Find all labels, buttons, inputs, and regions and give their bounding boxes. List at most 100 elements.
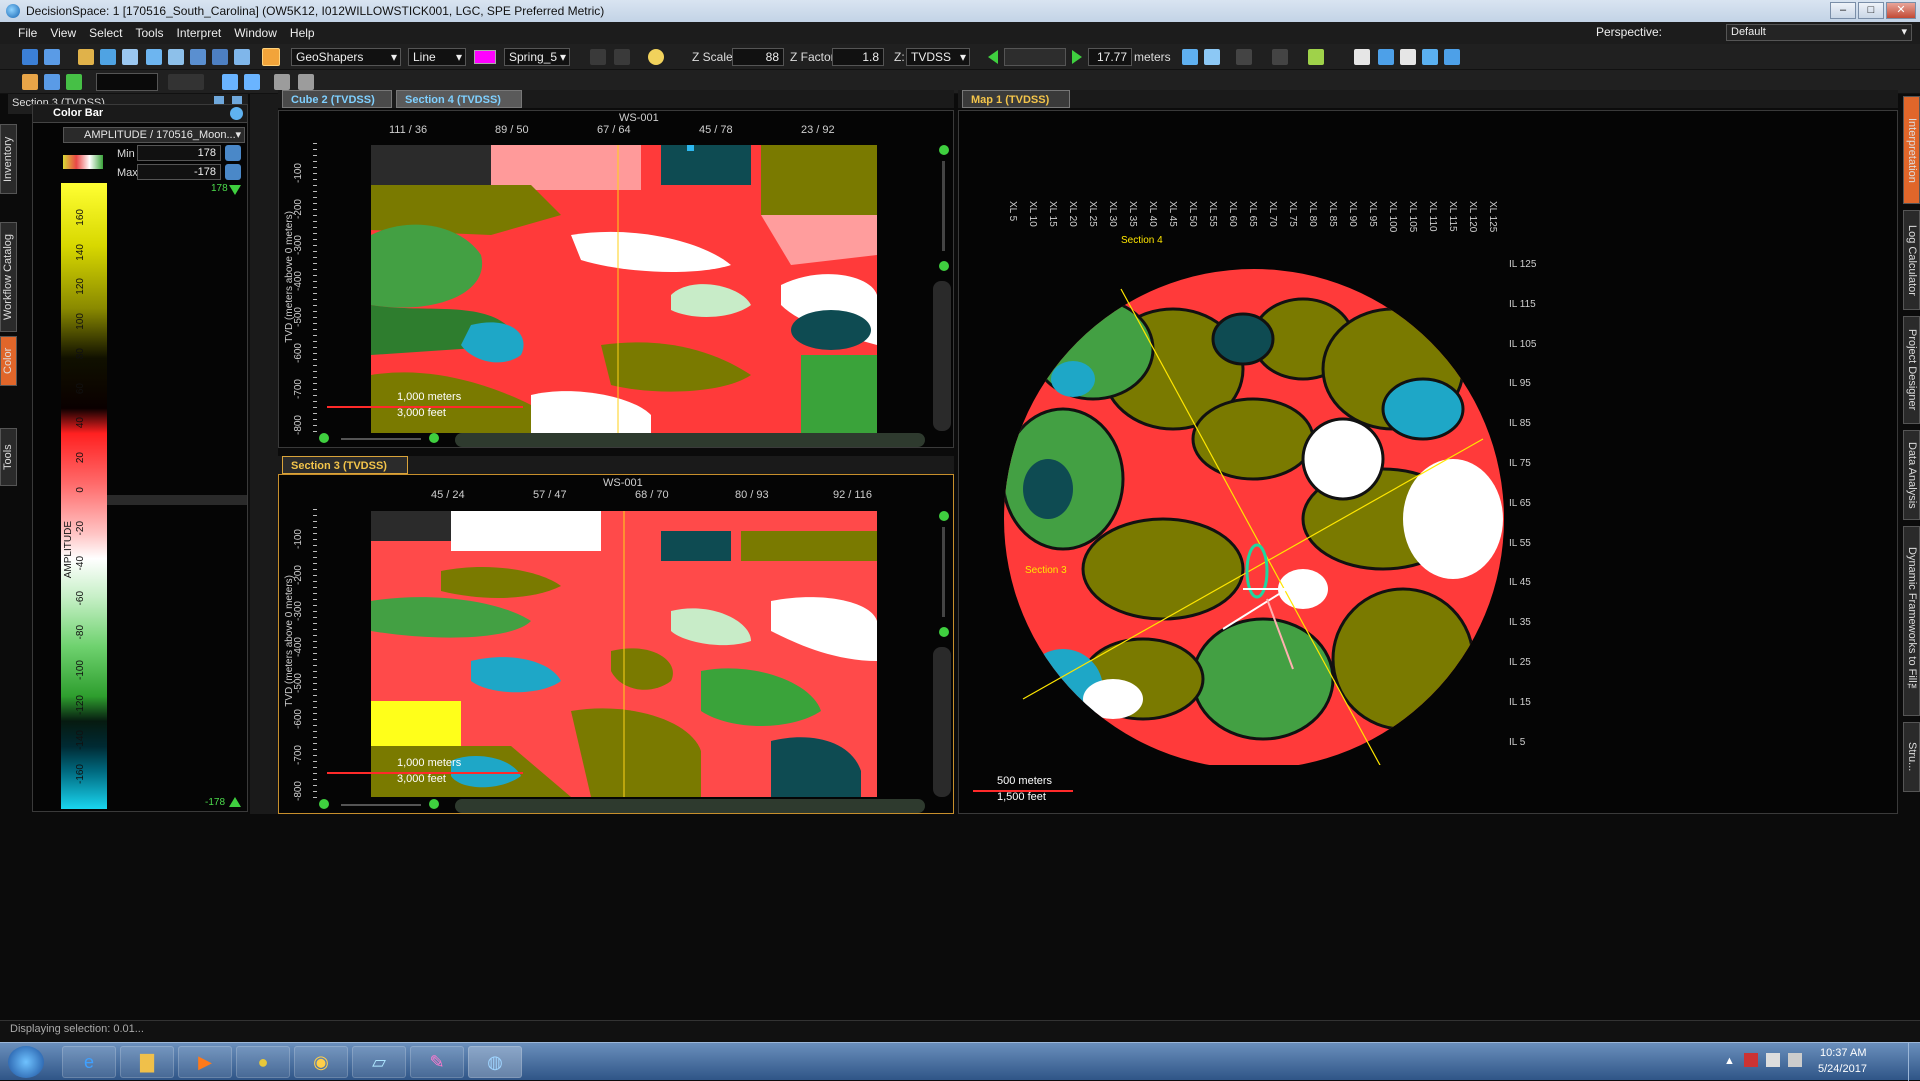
move-icon[interactable] <box>168 49 184 65</box>
fault-icon[interactable] <box>66 74 82 90</box>
menu-window[interactable]: Window <box>234 26 277 40</box>
horizontal-zoom-slider[interactable] <box>341 438 421 440</box>
vertical-scrollbar[interactable] <box>933 281 951 431</box>
notes-icon[interactable]: ▱ <box>352 1046 406 1078</box>
color-scheme-select[interactable]: Spring_5 ▾ <box>504 48 570 66</box>
attribute-select[interactable]: AMPLITUDE / 170516_Moon... ▾ <box>63 127 245 143</box>
horizontal-scrollbar[interactable] <box>455 433 925 447</box>
hzoom-out-icon[interactable] <box>319 799 329 809</box>
folder-icon[interactable]: ▇ <box>120 1046 174 1078</box>
line-mode-select[interactable]: Line ▾ <box>408 48 466 66</box>
min-input[interactable]: 178 <box>137 145 221 161</box>
tab-structure[interactable]: Stru... <box>1903 722 1920 792</box>
draw-icon[interactable] <box>262 48 280 66</box>
menu-tools[interactable]: Tools <box>136 26 164 40</box>
window-icon[interactable] <box>1354 49 1370 65</box>
tab-inventory[interactable]: Inventory <box>0 124 17 194</box>
snapshot-icon[interactable] <box>234 49 250 65</box>
show-desktop-button[interactable] <box>1908 1043 1920 1081</box>
geoshapers-select[interactable]: GeoShapers ▾ <box>291 48 401 66</box>
play-forward-icon[interactable] <box>1072 50 1082 64</box>
media-icon[interactable]: ▶ <box>178 1046 232 1078</box>
home-icon[interactable] <box>1182 49 1198 65</box>
tray-arrow-icon[interactable]: ▲ <box>1724 1055 1735 1067</box>
bookmark-icon[interactable] <box>1236 49 1252 65</box>
settings-icon[interactable] <box>230 107 243 120</box>
distance-input[interactable]: 17.77 <box>1088 48 1132 66</box>
section4-seismic[interactable] <box>371 145 877 433</box>
vertical-zoom-slider[interactable] <box>942 527 945 617</box>
tab-interpretation[interactable]: Interpretation <box>1903 96 1920 204</box>
colormap-preview[interactable] <box>63 155 103 169</box>
tab-section-3[interactable]: Section 3 (TVDSS) ✕ <box>282 456 408 490</box>
open-icon[interactable] <box>44 49 60 65</box>
zoom-out-icon[interactable] <box>939 261 949 271</box>
menu-view[interactable]: View <box>50 26 76 40</box>
crosshair-icon[interactable] <box>244 74 260 90</box>
tab-dynamic-frameworks[interactable]: Dynamic Frameworks to Fill™ <box>1903 526 1920 716</box>
minimize-button[interactable]: – <box>1830 2 1856 19</box>
tab-log-calculator[interactable]: Log Calculator <box>1903 210 1920 310</box>
frame-slider[interactable] <box>1004 48 1066 66</box>
save-icon[interactable] <box>100 49 116 65</box>
ie-icon[interactable]: e <box>62 1046 116 1078</box>
vertical-scrollbar[interactable] <box>933 647 951 797</box>
layers-icon[interactable] <box>78 49 94 65</box>
hzoom-in-icon[interactable] <box>429 799 439 809</box>
volume-icon[interactable] <box>1788 1053 1802 1067</box>
tab-map-1[interactable]: Map 1 (TVDSS) <box>962 90 1070 108</box>
network-icon[interactable] <box>1766 1053 1780 1067</box>
hzoom-out-icon[interactable] <box>319 433 329 443</box>
properties-icon[interactable] <box>274 74 290 90</box>
zoom-in-icon[interactable] <box>939 511 949 521</box>
top-marker-icon[interactable] <box>229 185 241 195</box>
tab-cube-2[interactable]: Cube 2 (TVDSS) <box>282 90 392 108</box>
print-icon[interactable] <box>212 49 228 65</box>
bottom-marker-icon[interactable] <box>229 797 241 807</box>
sun-icon[interactable] <box>648 49 664 65</box>
pointer-icon[interactable] <box>122 49 138 65</box>
chrome-icon[interactable]: ● <box>236 1046 290 1078</box>
maximize-button[interactable]: □ <box>1858 2 1884 19</box>
zoom-out-icon[interactable] <box>939 627 949 637</box>
play-back-icon[interactable] <box>988 50 998 64</box>
section3-view[interactable]: WS-001 45 / 24 57 / 47 68 / 70 80 / 93 9… <box>278 474 954 814</box>
pan-icon[interactable] <box>146 49 162 65</box>
app-icon[interactable]: ◉ <box>294 1046 348 1078</box>
select-icon[interactable] <box>190 49 206 65</box>
horizon-icon[interactable] <box>44 74 60 90</box>
opacity-slider[interactable] <box>168 74 204 90</box>
menu-help[interactable]: Help <box>290 26 315 40</box>
horizontal-scrollbar[interactable] <box>455 799 925 813</box>
perspective-select[interactable]: Default ▾ <box>1726 24 1912 41</box>
decisionspace-icon[interactable]: ◍ <box>468 1046 522 1078</box>
refresh-min-icon[interactable] <box>225 145 241 161</box>
sync-icon[interactable] <box>1444 49 1460 65</box>
menu-interpret[interactable]: Interpret <box>177 26 222 40</box>
map-view[interactable]: XL 5 XL 10 XL 15 XL 20 XL 25 XL 30 XL 35 XL 40 X… <box>958 110 1898 814</box>
menu-file[interactable]: File <box>18 26 37 40</box>
bookmark-next-icon[interactable] <box>1272 49 1288 65</box>
zoom-in-icon[interactable] <box>939 145 949 155</box>
pick-icon[interactable] <box>1308 49 1324 65</box>
paint-icon[interactable]: ✎ <box>410 1046 464 1078</box>
layer-input[interactable] <box>96 73 158 91</box>
color-swatch[interactable] <box>474 50 496 64</box>
map-amplitude[interactable] <box>1003 259 1505 765</box>
tab-project-designer[interactable]: Project Designer <box>1903 316 1920 424</box>
refresh-max-icon[interactable] <box>225 164 241 180</box>
undo-icon[interactable] <box>590 49 606 65</box>
section3-seismic[interactable] <box>371 511 877 797</box>
link-icon[interactable] <box>1422 49 1438 65</box>
flag-icon[interactable] <box>1744 1053 1758 1067</box>
hzoom-in-icon[interactable] <box>429 433 439 443</box>
home-up-icon[interactable] <box>1204 49 1220 65</box>
section4-view[interactable]: WS-001 111 / 36 89 / 50 67 / 64 45 / 78 … <box>278 110 954 448</box>
tab-tools[interactable]: Tools <box>0 428 17 486</box>
close-button[interactable]: ✕ <box>1886 2 1916 19</box>
z-domain-select[interactable]: TVDSS ▾ <box>906 48 970 66</box>
cascade-icon[interactable] <box>1400 49 1416 65</box>
tab-workflow-catalog[interactable]: Workflow Catalog <box>0 222 17 332</box>
tab-section-4[interactable]: Section 4 (TVDSS) <box>396 90 522 108</box>
menu-select[interactable]: Select <box>89 26 122 40</box>
